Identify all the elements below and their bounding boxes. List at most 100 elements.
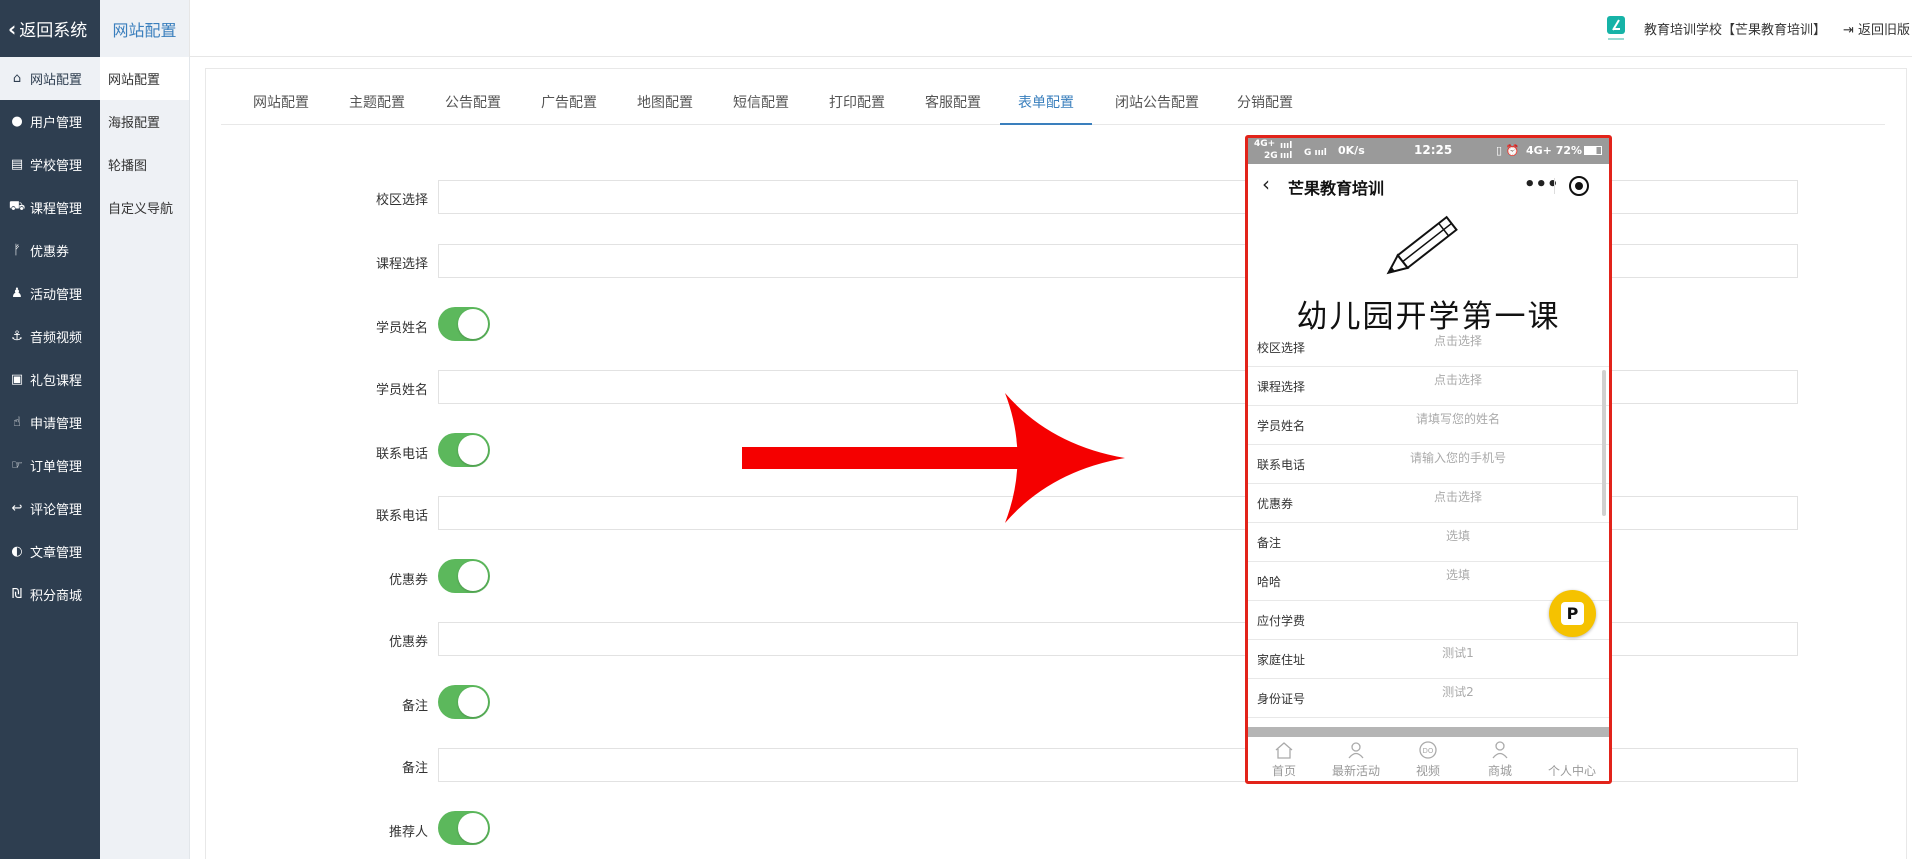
coupon-toggle[interactable]: [438, 559, 490, 593]
parking-icon: P: [1561, 602, 1584, 625]
tab-print-config[interactable]: 打印配置: [829, 82, 885, 125]
form-row-haha[interactable]: 哈哈 选填: [1248, 562, 1609, 601]
tab-form-config[interactable]: 表单配置: [1000, 82, 1092, 125]
row-placeholder: 点击选择: [1433, 490, 1482, 504]
signal-icon: ıııl: [1280, 141, 1293, 151]
form-row-phone[interactable]: 联系电话 请输入您的手机号: [1248, 445, 1609, 484]
nav-item-media[interactable]: ⚓ 音频视频: [0, 315, 100, 358]
school-icon: ▤: [10, 157, 24, 172]
scrollbar[interactable]: [1602, 370, 1606, 516]
nav-item-label: 积分商城: [30, 589, 83, 604]
form-row-campus[interactable]: 校区选择 点击选择: [1248, 328, 1609, 367]
tab-label: 个人中心: [1547, 764, 1596, 778]
home-icon: ⌂: [12, 71, 22, 86]
status-signal-bottom: 2G: [1264, 151, 1278, 161]
tab-home[interactable]: 首页: [1248, 737, 1320, 781]
return-old-version-link[interactable]: ⇥ 返回旧版: [1843, 19, 1910, 38]
row-placeholder: 选填: [1445, 529, 1470, 543]
course-label: 课程选择: [375, 257, 428, 272]
nav-item-gift-courses[interactable]: ▣ 礼包课程: [0, 358, 100, 401]
nav-item-activities[interactable]: ♟ 活动管理: [0, 272, 100, 315]
nav-item-orders[interactable]: ☞ 订单管理: [0, 444, 100, 487]
chevron-left-icon: ‹: [8, 16, 17, 41]
pencil-icon: [1386, 215, 1458, 275]
tab-label: 商城: [1487, 764, 1512, 778]
nav-item-coupons[interactable]: ᚠ 优惠券: [0, 229, 100, 272]
cart-icon: ⛟: [8, 199, 26, 214]
toggle-knob: [458, 813, 488, 843]
tab-sms-config[interactable]: 短信配置: [733, 82, 789, 125]
reply-icon: ↩: [11, 501, 23, 516]
form-row-address[interactable]: 家庭住址 测试1: [1248, 640, 1609, 679]
logout-icon: ⇥: [1843, 23, 1859, 38]
status-time: 12:25: [1414, 143, 1453, 157]
nav-item-comments[interactable]: ↩ 评论管理: [0, 487, 100, 530]
floating-parking-button[interactable]: P: [1549, 590, 1596, 637]
nav-item-points-mall[interactable]: ₪ 积分商城: [0, 573, 100, 616]
tab-service-config[interactable]: 客服配置: [925, 82, 981, 125]
form-row-student[interactable]: 学员姓名 请填写您的姓名: [1248, 406, 1609, 445]
phone-toggle[interactable]: [438, 433, 490, 467]
status-speed: 0K/s: [1338, 144, 1365, 157]
form-row-id-number[interactable]: 身份证号 测试2: [1248, 679, 1609, 718]
status-signal-top: 4G+: [1254, 139, 1276, 149]
tab-closure-notice-config[interactable]: 闭站公告配置: [1115, 82, 1199, 125]
tab-ad-config[interactable]: 广告配置: [541, 82, 597, 125]
form-row-remark[interactable]: 备注 选填: [1248, 523, 1609, 562]
tab-label: 视频: [1415, 764, 1440, 778]
subnav-item-custom-nav[interactable]: 自定义导航: [100, 186, 189, 229]
row-label: 优惠券: [1257, 497, 1294, 511]
tab-notice-config[interactable]: 公告配置: [445, 82, 501, 125]
row-label: 学员姓名: [1257, 419, 1306, 433]
referrer-toggle-label: 推荐人: [388, 825, 428, 840]
config-tabs: 网站配置 主题配置 公告配置 广告配置 地图配置 短信配置 打印配置 客服配置 …: [221, 82, 1885, 125]
form-row-course[interactable]: 课程选择 点击选择: [1248, 367, 1609, 406]
status-network-battery: 4G+ 72%: [1526, 144, 1583, 157]
row-placeholder: 点击选择: [1433, 373, 1482, 387]
gift-icon: ▣: [10, 372, 24, 387]
tab-mall[interactable]: 商城: [1464, 737, 1536, 781]
return-old-version-label: 返回旧版: [1858, 23, 1911, 38]
divider-bar: [1248, 727, 1609, 737]
nav-item-label: 音频视频: [30, 331, 83, 346]
close-target-icon[interactable]: [1569, 176, 1589, 196]
mini-program-header: ‹ 芒果教育培训 •••: [1248, 164, 1609, 208]
row-label: 家庭住址: [1257, 653, 1306, 667]
toggle-knob: [458, 435, 488, 465]
toggle-knob: [458, 687, 488, 717]
tab-personal-center[interactable]: 个人中心: [1536, 737, 1608, 781]
battery-icon: [1584, 146, 1602, 155]
contrast-icon: ◐: [11, 544, 23, 559]
row-label: 课程选择: [1257, 380, 1306, 394]
row-label: 应付学费: [1257, 614, 1306, 628]
form-row-coupon[interactable]: 优惠券 点击选择: [1248, 484, 1609, 523]
back-to-system-button[interactable]: ‹ 返回系统: [0, 0, 100, 57]
tab-latest-activities[interactable]: 最新活动: [1320, 737, 1392, 781]
back-arrow-icon[interactable]: ‹: [1262, 172, 1270, 196]
subnav-item-carousel[interactable]: 轮播图: [100, 143, 189, 186]
tab-theme-config[interactable]: 主题配置: [349, 82, 405, 125]
coupon-label: 优惠券: [388, 635, 428, 650]
tab-video[interactable]: DO 视频: [1392, 737, 1464, 781]
activity-icon: ♟: [11, 286, 23, 301]
tab-distribution-config[interactable]: 分销配置: [1237, 82, 1293, 125]
nav-item-applications[interactable]: ☝ 申请管理: [0, 401, 100, 444]
nav-item-schools[interactable]: ▤ 学校管理: [0, 143, 100, 186]
nav-item-courses[interactable]: ⛟ 课程管理: [0, 186, 100, 229]
campus-label: 校区选择: [375, 193, 428, 208]
subnav-item-poster-config[interactable]: 海报配置: [100, 100, 189, 143]
student-name-toggle[interactable]: [438, 307, 490, 341]
tab-map-config[interactable]: 地图配置: [637, 82, 693, 125]
banner: 幼儿园开学第一课: [1248, 208, 1609, 335]
student-toggle-label: 学员姓名: [375, 321, 428, 336]
nav-item-users[interactable]: ● 用户管理: [0, 100, 100, 143]
subnav-item-website-config[interactable]: 网站配置: [100, 57, 189, 100]
coupon-toggle-label: 优惠券: [388, 573, 428, 588]
remark-toggle[interactable]: [438, 685, 490, 719]
tab-website-config[interactable]: 网站配置: [253, 82, 309, 125]
tab-label: 最新活动: [1331, 764, 1380, 778]
referrer-toggle[interactable]: [438, 811, 490, 845]
nav-item-articles[interactable]: ◐ 文章管理: [0, 530, 100, 573]
nav-item-website-config[interactable]: ⌂ 网站配置: [0, 57, 100, 100]
nav-item-label: 申请管理: [30, 417, 83, 432]
